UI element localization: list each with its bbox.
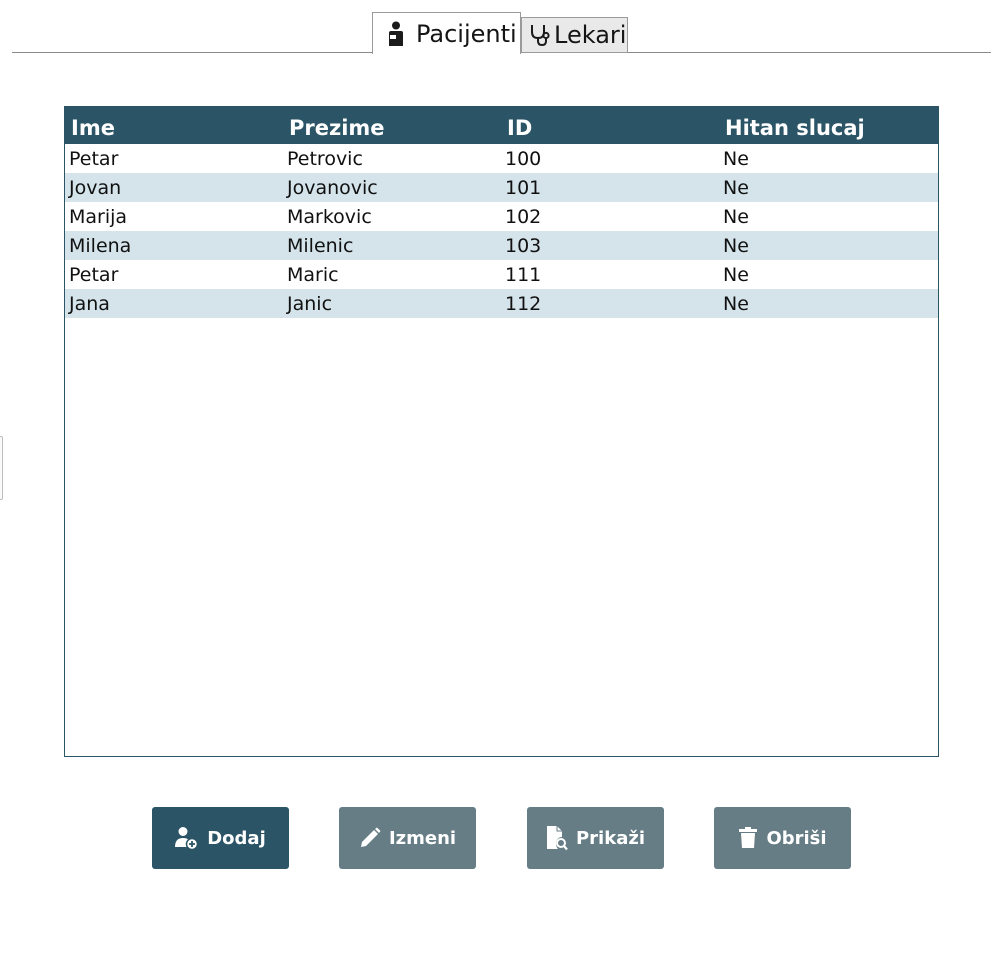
cell-id: 102 bbox=[505, 205, 542, 228]
patients-table: Ime Prezime ID Hitan slucaj Petar Petrov… bbox=[64, 106, 939, 757]
cell-ime: Petar bbox=[69, 263, 119, 286]
cell-prezime: Petrovic bbox=[287, 147, 363, 170]
cell-hitan-slucaj: Ne bbox=[723, 292, 749, 315]
stethoscope-icon bbox=[528, 22, 552, 48]
add-user-icon bbox=[175, 826, 199, 850]
cell-prezime: Janic bbox=[287, 292, 333, 315]
tab-pacijenti-label: Pacijenti bbox=[416, 19, 517, 48]
cell-prezime: Milenic bbox=[287, 234, 354, 257]
add-patient-button-label: Dodaj bbox=[207, 827, 266, 849]
collapsed-side-panel-handle[interactable] bbox=[0, 436, 3, 500]
edit-patient-button[interactable]: Izmeni bbox=[339, 807, 476, 869]
view-patient-button[interactable]: Prikaži bbox=[527, 807, 664, 869]
cell-id: 103 bbox=[505, 234, 542, 257]
delete-patient-button[interactable]: Obriši bbox=[714, 807, 851, 869]
table-header: Ime Prezime ID Hitan slucaj bbox=[65, 107, 938, 144]
cell-hitan-slucaj: Ne bbox=[723, 176, 749, 199]
cell-ime: Petar bbox=[69, 147, 119, 170]
cell-hitan-slucaj: Ne bbox=[723, 205, 749, 228]
cell-ime: Jana bbox=[69, 292, 110, 315]
cell-id: 112 bbox=[505, 292, 542, 315]
column-header-ime[interactable]: Ime bbox=[65, 112, 283, 140]
add-patient-button[interactable]: Dodaj bbox=[152, 807, 289, 869]
table-row[interactable]: Marija Markovic 102 Ne bbox=[65, 202, 938, 231]
table-row[interactable]: Petar Maric 111 Ne bbox=[65, 260, 938, 289]
cell-prezime: Jovanovic bbox=[287, 176, 378, 199]
trash-icon bbox=[738, 827, 758, 849]
document-search-icon bbox=[546, 825, 568, 851]
cell-id: 101 bbox=[505, 176, 542, 199]
table-row[interactable]: Petar Petrovic 100 Ne bbox=[65, 144, 938, 173]
cell-id: 111 bbox=[505, 263, 542, 286]
edit-patient-button-label: Izmeni bbox=[388, 827, 457, 849]
cell-id: 100 bbox=[505, 147, 542, 170]
cell-ime: Jovan bbox=[69, 176, 122, 199]
view-patient-button-label: Prikaži bbox=[575, 827, 645, 849]
cell-hitan-slucaj: Ne bbox=[723, 234, 749, 257]
tab-lekari-label: Lekari bbox=[554, 21, 627, 49]
column-header-id[interactable]: ID bbox=[501, 112, 719, 140]
cell-hitan-slucaj: Ne bbox=[723, 263, 749, 286]
table-row[interactable]: Milena Milenic 103 Ne bbox=[65, 231, 938, 260]
column-header-hitan-slucaj[interactable]: Hitan slucaj bbox=[719, 112, 938, 140]
table-row[interactable]: Jana Janic 112 Ne bbox=[65, 289, 938, 318]
column-header-prezime[interactable]: Prezime bbox=[283, 112, 501, 140]
tab-pacijenti[interactable]: Pacijenti bbox=[372, 12, 521, 54]
tab-lekari[interactable]: Lekari bbox=[521, 17, 628, 53]
table-row[interactable]: Jovan Jovanovic 101 Ne bbox=[65, 173, 938, 202]
cell-prezime: Markovic bbox=[287, 205, 372, 228]
cell-ime: Milena bbox=[69, 234, 132, 257]
cell-hitan-slucaj: Ne bbox=[723, 147, 749, 170]
pencil-icon bbox=[359, 827, 381, 849]
cell-prezime: Maric bbox=[287, 263, 339, 286]
delete-patient-button-label: Obriši bbox=[766, 827, 827, 849]
patient-icon bbox=[385, 20, 407, 48]
cell-ime: Marija bbox=[69, 205, 128, 228]
